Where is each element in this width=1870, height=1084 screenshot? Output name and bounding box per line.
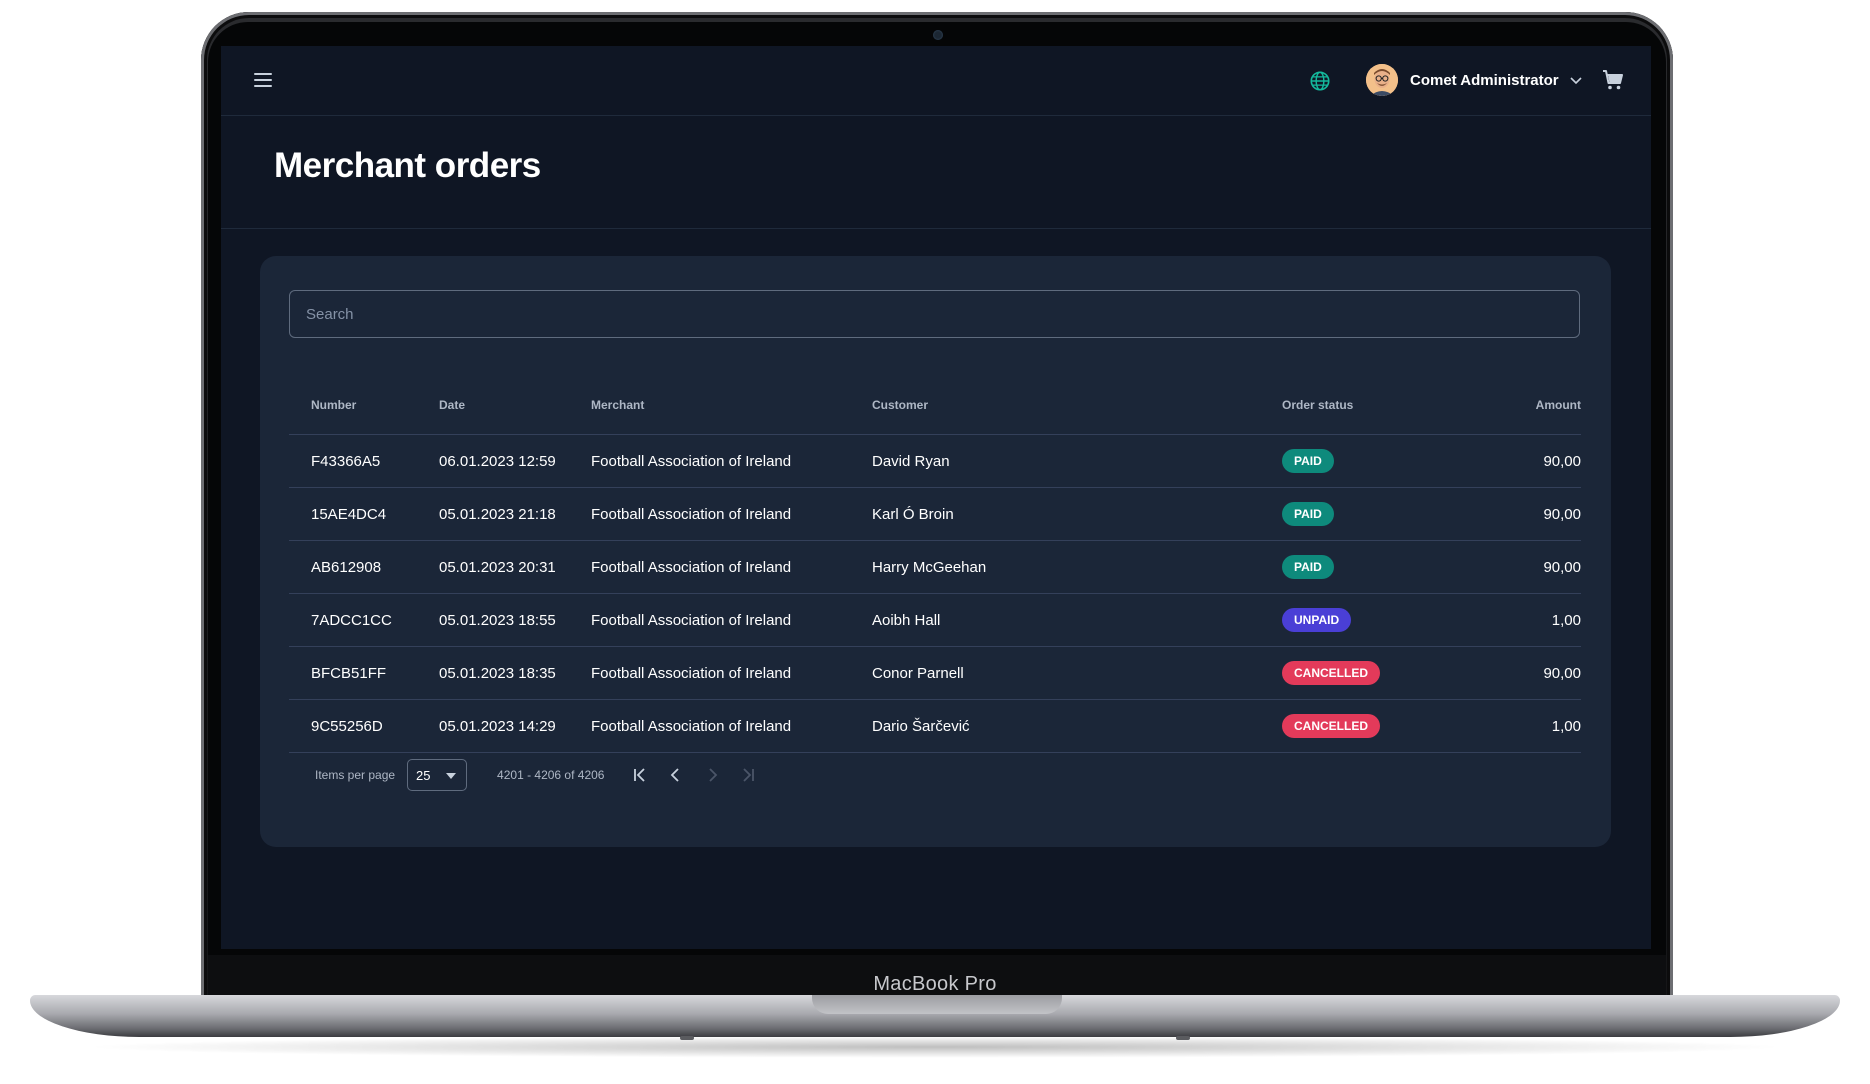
laptop-foot — [1176, 1036, 1190, 1040]
next-page-icon — [709, 768, 718, 782]
items-per-page-label: Items per page — [315, 768, 396, 782]
order-number: F43366A5 — [289, 434, 439, 488]
order-customer: Dario Šarčević — [872, 699, 1282, 753]
order-customer: Conor Parnell — [872, 646, 1282, 700]
column-header-amount[interactable]: Amount — [1471, 376, 1581, 435]
page-size-value: 25 — [416, 767, 431, 783]
order-merchant: Football Association of Ireland — [591, 699, 872, 753]
previous-page-button[interactable] — [658, 759, 694, 791]
first-page-icon — [634, 768, 646, 782]
first-page-button[interactable] — [622, 759, 658, 791]
table-row[interactable]: AB612908 05.01.2023 20:31 Football Assoc… — [289, 540, 1581, 594]
caret-down-icon — [446, 773, 457, 779]
globe-icon[interactable] — [1309, 70, 1331, 92]
column-header-number[interactable]: Number — [289, 376, 439, 435]
order-amount: 1,00 — [1471, 699, 1581, 753]
order-merchant: Football Association of Ireland — [591, 487, 872, 541]
menu-icon[interactable] — [254, 73, 272, 87]
order-number: AB612908 — [289, 540, 439, 594]
app-screen: Comet Administrator Merchant orders Numb… — [221, 46, 1651, 949]
status-badge: CANCELLED — [1282, 714, 1380, 738]
camera — [933, 30, 943, 40]
previous-page-icon — [671, 768, 680, 782]
order-merchant: Football Association of Ireland — [591, 434, 872, 488]
order-amount: 90,00 — [1471, 646, 1581, 700]
table-row[interactable]: 15AE4DC4 05.01.2023 21:18 Football Assoc… — [289, 487, 1581, 541]
column-header-merchant[interactable]: Merchant — [591, 376, 872, 435]
column-header-order-status[interactable]: Order status — [1282, 376, 1471, 435]
top-bar: Comet Administrator — [221, 46, 1651, 116]
order-number: 7ADCC1CC — [289, 593, 439, 647]
table-row[interactable]: 7ADCC1CC 05.01.2023 18:55 Football Assoc… — [289, 593, 1581, 647]
table-row[interactable]: 9C55256D 05.01.2023 14:29 Football Assoc… — [289, 699, 1581, 753]
order-status-cell: PAID — [1282, 434, 1471, 488]
status-badge: PAID — [1282, 449, 1334, 473]
order-number: 15AE4DC4 — [289, 487, 439, 541]
orders-table: Number Date Merchant Customer Order stat… — [289, 376, 1581, 753]
status-badge: PAID — [1282, 555, 1334, 579]
table-row[interactable]: F43366A5 06.01.2023 12:59 Football Assoc… — [289, 434, 1581, 488]
cart-icon[interactable] — [1601, 68, 1625, 92]
order-date: 05.01.2023 14:29 — [439, 699, 591, 753]
order-amount: 90,00 — [1471, 540, 1581, 594]
base-shadow — [80, 1036, 1790, 1058]
order-date: 06.01.2023 12:59 — [439, 434, 591, 488]
search-input[interactable] — [289, 290, 1580, 338]
chevron-down-icon — [1570, 77, 1582, 85]
order-date: 05.01.2023 21:18 — [439, 487, 591, 541]
order-date: 05.01.2023 20:31 — [439, 540, 591, 594]
laptop-foot — [680, 1036, 694, 1040]
last-page-icon — [743, 768, 755, 782]
last-page-button[interactable] — [730, 759, 766, 791]
order-amount: 90,00 — [1471, 487, 1581, 541]
order-date: 05.01.2023 18:35 — [439, 646, 591, 700]
page-size-select[interactable]: 25 — [407, 759, 468, 791]
user-menu[interactable]: Comet Administrator — [1366, 62, 1583, 98]
table-header-row: Number Date Merchant Customer Order stat… — [289, 376, 1581, 435]
order-status-cell: PAID — [1282, 540, 1471, 594]
orders-card: Number Date Merchant Customer Order stat… — [260, 256, 1611, 847]
status-badge: UNPAID — [1282, 608, 1352, 632]
order-customer: Karl Ó Broin — [872, 487, 1282, 541]
page-title: Merchant orders — [274, 146, 541, 185]
column-header-date[interactable]: Date — [439, 376, 591, 435]
status-badge: CANCELLED — [1282, 661, 1380, 685]
order-status-cell: CANCELLED — [1282, 699, 1471, 753]
order-status-cell: CANCELLED — [1282, 646, 1471, 700]
order-customer: Aoibh Hall — [872, 593, 1282, 647]
order-merchant: Football Association of Ireland — [591, 646, 872, 700]
order-date: 05.01.2023 18:55 — [439, 593, 591, 647]
column-header-customer[interactable]: Customer — [872, 376, 1282, 435]
order-customer: Harry McGeehan — [872, 540, 1282, 594]
avatar — [1366, 64, 1398, 96]
device-brand-label: MacBook Pro — [873, 973, 997, 995]
order-number: BFCB51FF — [289, 646, 439, 700]
user-name: Comet Administrator — [1410, 71, 1559, 89]
order-merchant: Football Association of Ireland — [591, 593, 872, 647]
table-row[interactable]: BFCB51FF 05.01.2023 18:35 Football Assoc… — [289, 646, 1581, 700]
page-header: Merchant orders — [221, 116, 1651, 229]
order-amount: 90,00 — [1471, 434, 1581, 488]
order-amount: 1,00 — [1471, 593, 1581, 647]
order-merchant: Football Association of Ireland — [591, 540, 872, 594]
order-number: 9C55256D — [289, 699, 439, 753]
trackpad-notch — [812, 995, 1062, 1014]
order-status-cell: UNPAID — [1282, 593, 1471, 647]
page-range-label: 4201 - 4206 of 4206 — [497, 768, 605, 782]
next-page-button[interactable] — [694, 759, 730, 791]
order-status-cell: PAID — [1282, 487, 1471, 541]
status-badge: PAID — [1282, 502, 1334, 526]
pagination: Items per page 25 4201 - 4206 of 4206 — [315, 758, 766, 792]
order-customer: David Ryan — [872, 434, 1282, 488]
